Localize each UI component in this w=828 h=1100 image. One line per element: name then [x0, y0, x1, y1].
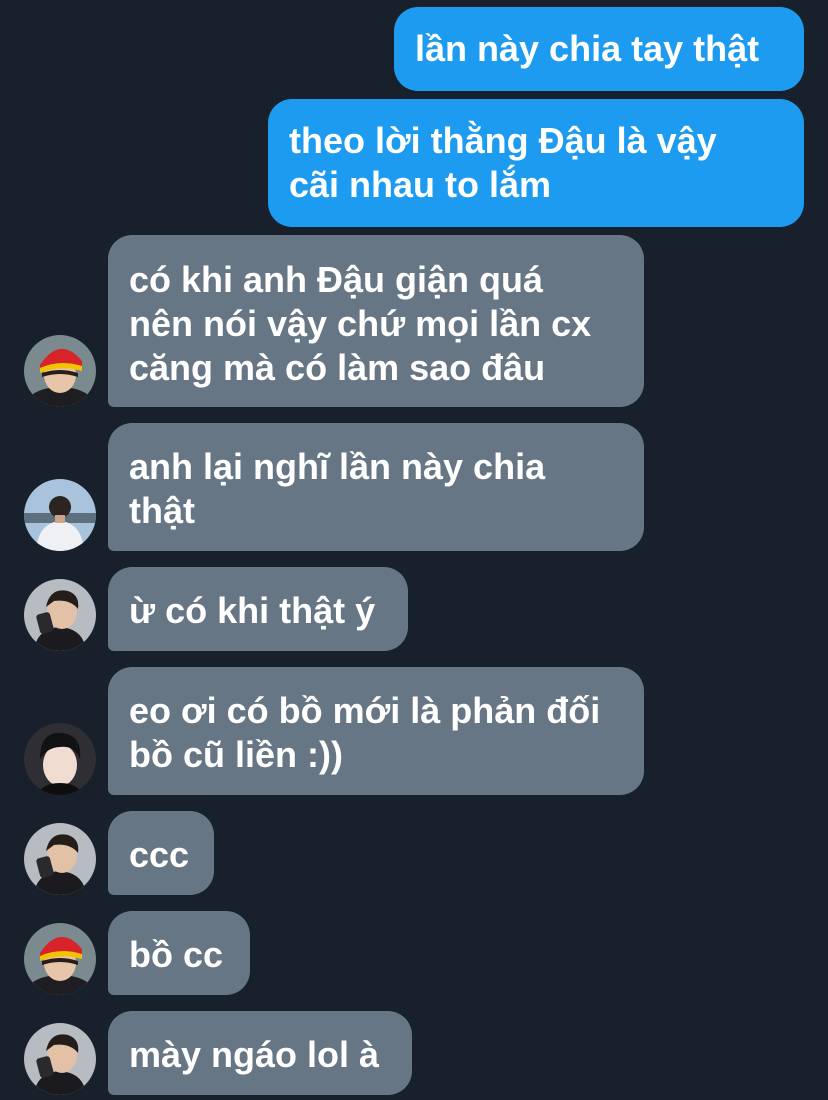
outgoing-message[interactable]: lần này chia tay thật — [394, 7, 804, 91]
avatar-red-hat[interactable] — [24, 923, 96, 995]
incoming-message[interactable]: ccc — [108, 811, 214, 895]
incoming-message[interactable]: ừ có khi thật ý — [108, 567, 408, 651]
incoming-message[interactable]: anh lại nghĩ lần này chia thật — [108, 423, 644, 551]
outgoing-message[interactable]: theo lời thằng Đậu là vậy cãi nhau to lắ… — [268, 99, 804, 227]
chat-thread: lần này chia tay thật theo lời thằng Đậu… — [0, 0, 828, 1100]
avatar-phone[interactable] — [24, 579, 96, 651]
avatar-white-shirt[interactable] — [24, 479, 96, 551]
avatar-phone[interactable] — [24, 1023, 96, 1095]
incoming-message[interactable]: có khi anh Đậu giận quá nên nói vậy chứ … — [108, 235, 644, 407]
incoming-message[interactable]: eo ơi có bồ mới là phản đối bồ cũ liền :… — [108, 667, 644, 795]
incoming-message[interactable]: mày ngáo lol à — [108, 1011, 412, 1095]
avatar-red-hat[interactable] — [24, 335, 96, 407]
avatar-phone[interactable] — [24, 823, 96, 895]
avatar-dark-portrait[interactable] — [24, 723, 96, 795]
incoming-message[interactable]: bồ cc — [108, 911, 250, 995]
